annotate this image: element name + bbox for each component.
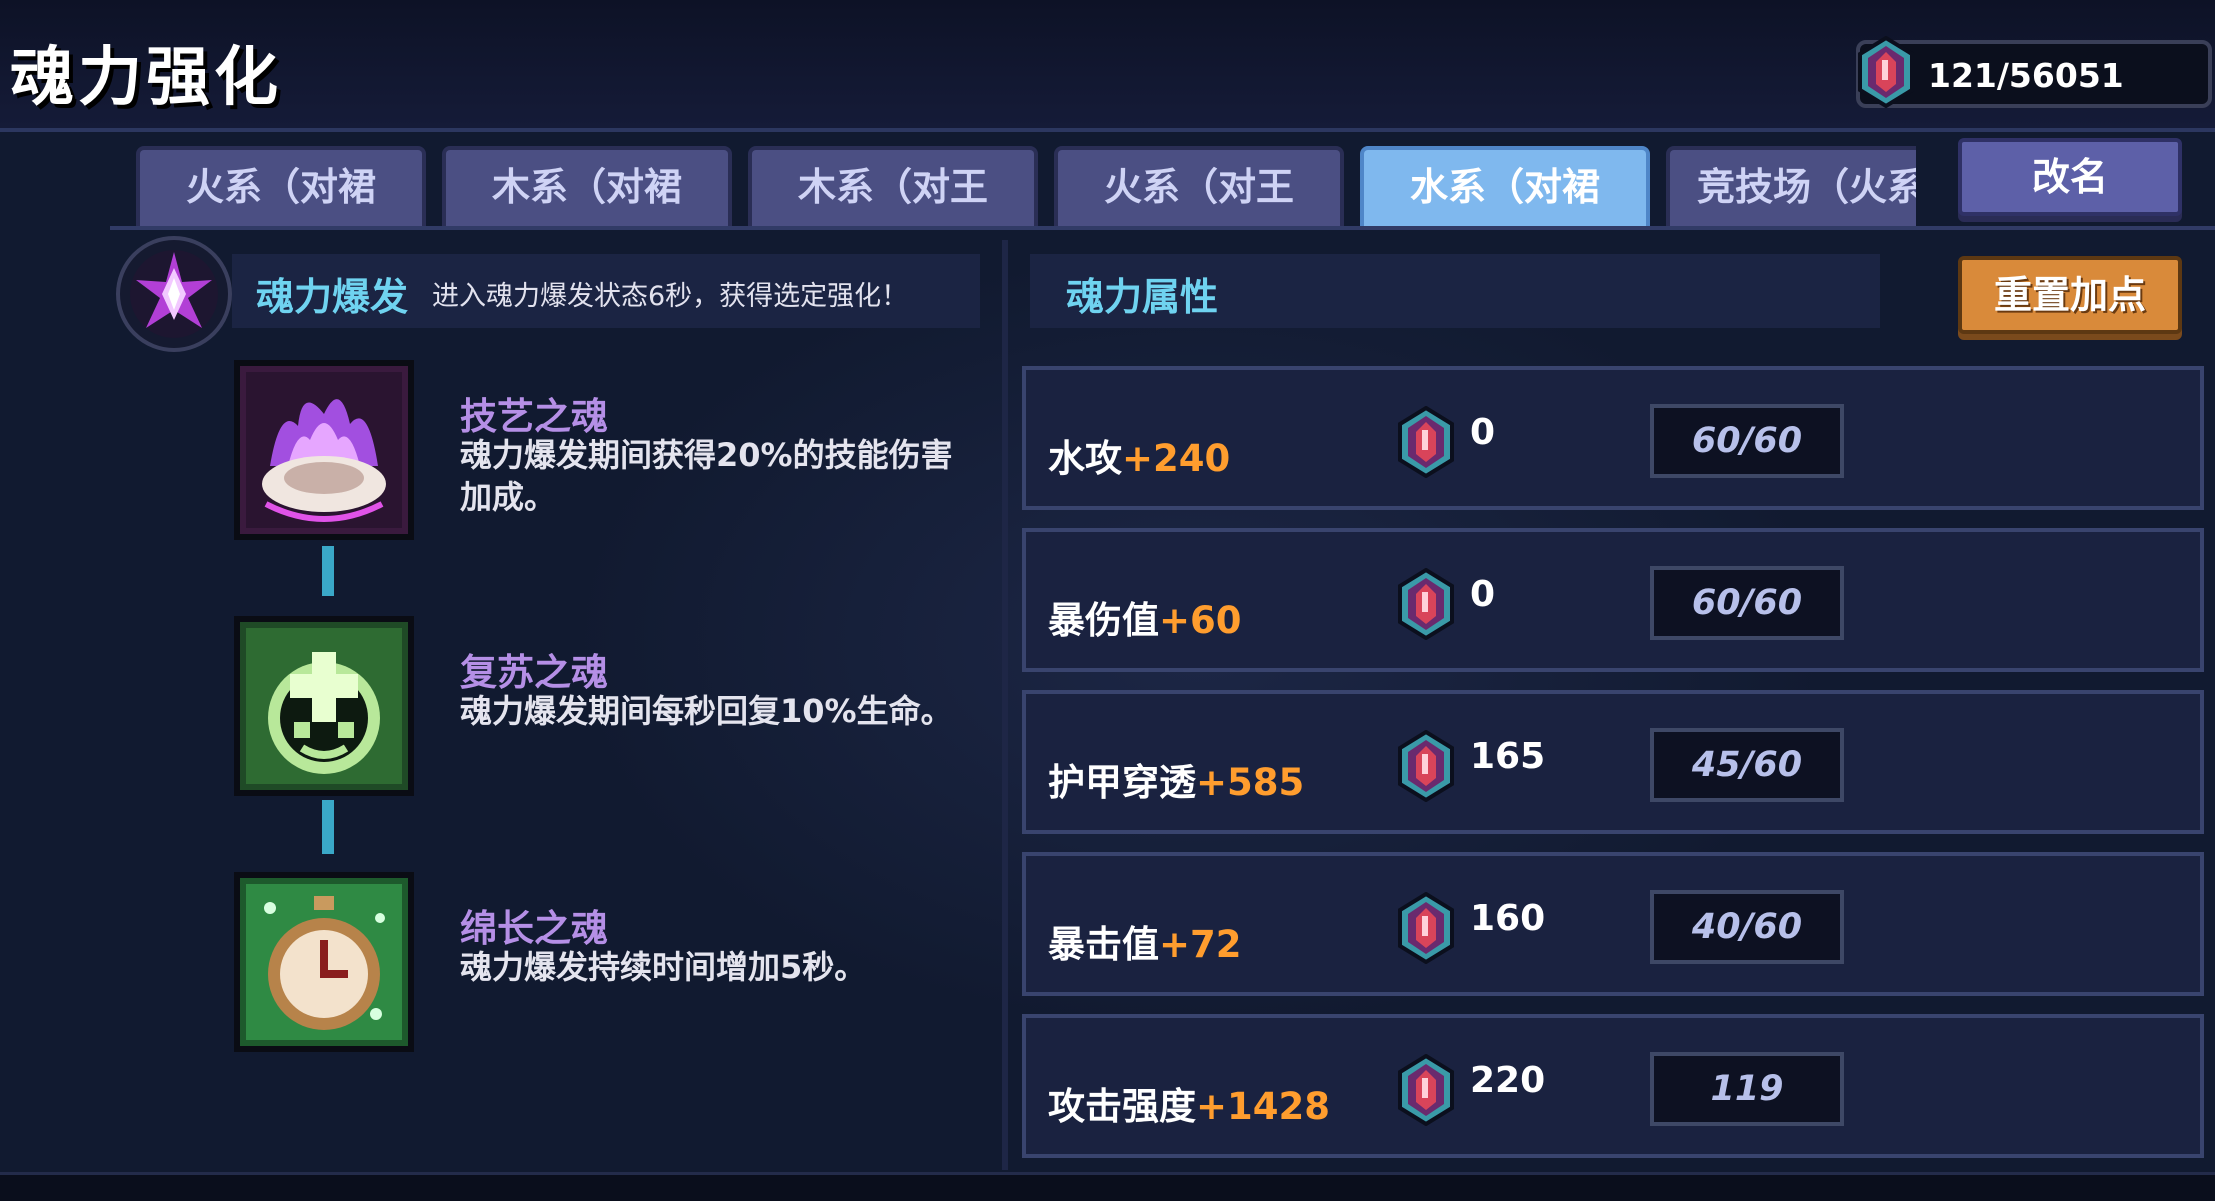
tab-arena-fire[interactable]: 竞技场（火系 [1666, 146, 1916, 226]
soul-gem-icon [1398, 1054, 1454, 1126]
build-tabs: 火系（对裙 木系（对裙 木系（对王 火系（对王 水系（对裙 竞技场（火系 [136, 142, 1916, 226]
tab-fire-vs-mob[interactable]: 火系（对裙 [136, 146, 426, 226]
stopwatch-icon [240, 878, 408, 1046]
attribute-name: 水攻 [1048, 437, 1122, 480]
skill-name-revive-soul: 复苏之魂 [460, 651, 608, 694]
attribute-bonus: +240 [1122, 437, 1231, 480]
attribute-label: 暴击值+72 [1048, 914, 1242, 968]
green-heal-face-icon [240, 622, 408, 790]
skill-connector [322, 800, 334, 854]
tab-fire-vs-boss[interactable]: 火系（对王 [1054, 146, 1344, 226]
attribute-bonus: +72 [1159, 923, 1242, 966]
attribute-bonus: +1428 [1196, 1085, 1330, 1128]
attribute-level: 40/60 [1650, 890, 1844, 964]
skill-connector [322, 546, 334, 596]
attribute-label: 暴伤值+60 [1048, 590, 1242, 644]
attribute-name: 暴击值 [1048, 923, 1159, 966]
soul-burst-name: 魂力爆发 [256, 275, 409, 319]
attribute-level: 60/60 [1650, 404, 1844, 478]
skill-icon-purple-flame-shell[interactable] [234, 360, 414, 540]
attribute-bonus: +585 [1196, 761, 1305, 804]
attribute-row-crit-value[interactable]: 暴击值+72 160 40/60 [1022, 852, 2204, 996]
attribute-bonus: +60 [1159, 599, 1242, 642]
panel-divider [1002, 240, 1008, 1170]
skill-desc-lasting-soul: 魂力爆发持续时间增加5秒。 [460, 948, 867, 986]
top-bar: 魂力强化 121/56051 [0, 0, 2215, 132]
soul-gem-icon [1398, 730, 1454, 802]
attribute-level: 119 [1650, 1052, 1844, 1126]
attribute-row-crit-damage[interactable]: 暴伤值+60 0 60/60 [1022, 528, 2204, 672]
attribute-name: 护甲穿透 [1048, 761, 1196, 804]
purple-flame-shell-icon [240, 366, 408, 534]
attribute-label: 攻击强度+1428 [1048, 1076, 1330, 1130]
soul-burst-desc: 进入魂力爆发状态6秒，获得选定强化！ [432, 281, 909, 312]
attribute-row-attack-power[interactable]: 攻击强度+1428 220 119 [1022, 1014, 2204, 1158]
attribute-name: 攻击强度 [1048, 1085, 1196, 1128]
soul-gem-icon [1398, 568, 1454, 640]
attribute-cost: 0 [1470, 412, 1496, 453]
tab-wood-vs-mob[interactable]: 木系（对裙 [442, 146, 732, 226]
reset-points-button[interactable]: 重置加点 [1958, 256, 2182, 334]
attribute-cost: 165 [1470, 736, 1546, 777]
attribute-label: 护甲穿透+585 [1048, 752, 1304, 806]
attribute-row-armor-penetration[interactable]: 护甲穿透+585 165 45/60 [1022, 690, 2204, 834]
attribute-cost: 160 [1470, 898, 1546, 939]
attribute-row-water-attack[interactable]: 水攻+240 0 60/60 [1022, 366, 2204, 510]
tab-wood-vs-boss[interactable]: 木系（对王 [748, 146, 1038, 226]
tab-water-vs-mob[interactable]: 水系（对裙 [1360, 146, 1650, 226]
soul-gem-icon [1858, 36, 1914, 108]
soul-attributes-title: 魂力属性 [1066, 275, 1219, 319]
bottom-edge [0, 1172, 2215, 1201]
skill-icon-green-heal[interactable] [234, 616, 414, 796]
attribute-level: 45/60 [1650, 728, 1844, 802]
currency-amount: 121/56051 [1928, 56, 2124, 95]
page-title: 魂力强化 [10, 41, 282, 115]
soul-gem-icon [1398, 892, 1454, 964]
tab-underline [110, 226, 2215, 230]
attribute-name: 暴伤值 [1048, 599, 1159, 642]
soul-gem-icon [1398, 406, 1454, 478]
skill-desc-craft-soul: 魂力爆发期间获得20%的技能伤害加成。 [460, 436, 953, 516]
attribute-label: 水攻+240 [1048, 428, 1230, 482]
skill-name-lasting-soul: 绵长之魂 [460, 907, 608, 950]
attribute-level: 60/60 [1650, 566, 1844, 640]
skill-name-craft-soul: 技艺之魂 [460, 395, 608, 438]
skill-icon-stopwatch[interactable] [234, 872, 414, 1052]
soul-burst-icon [116, 236, 232, 352]
rename-button[interactable]: 改名 [1958, 138, 2182, 216]
attribute-cost: 0 [1470, 574, 1496, 615]
skill-desc-revive-soul: 魂力爆发期间每秒回复10%生命。 [460, 692, 953, 730]
burst-star-icon [130, 250, 218, 338]
attribute-cost: 220 [1470, 1060, 1546, 1101]
soul-currency-display: 121/56051 [1856, 36, 2212, 108]
